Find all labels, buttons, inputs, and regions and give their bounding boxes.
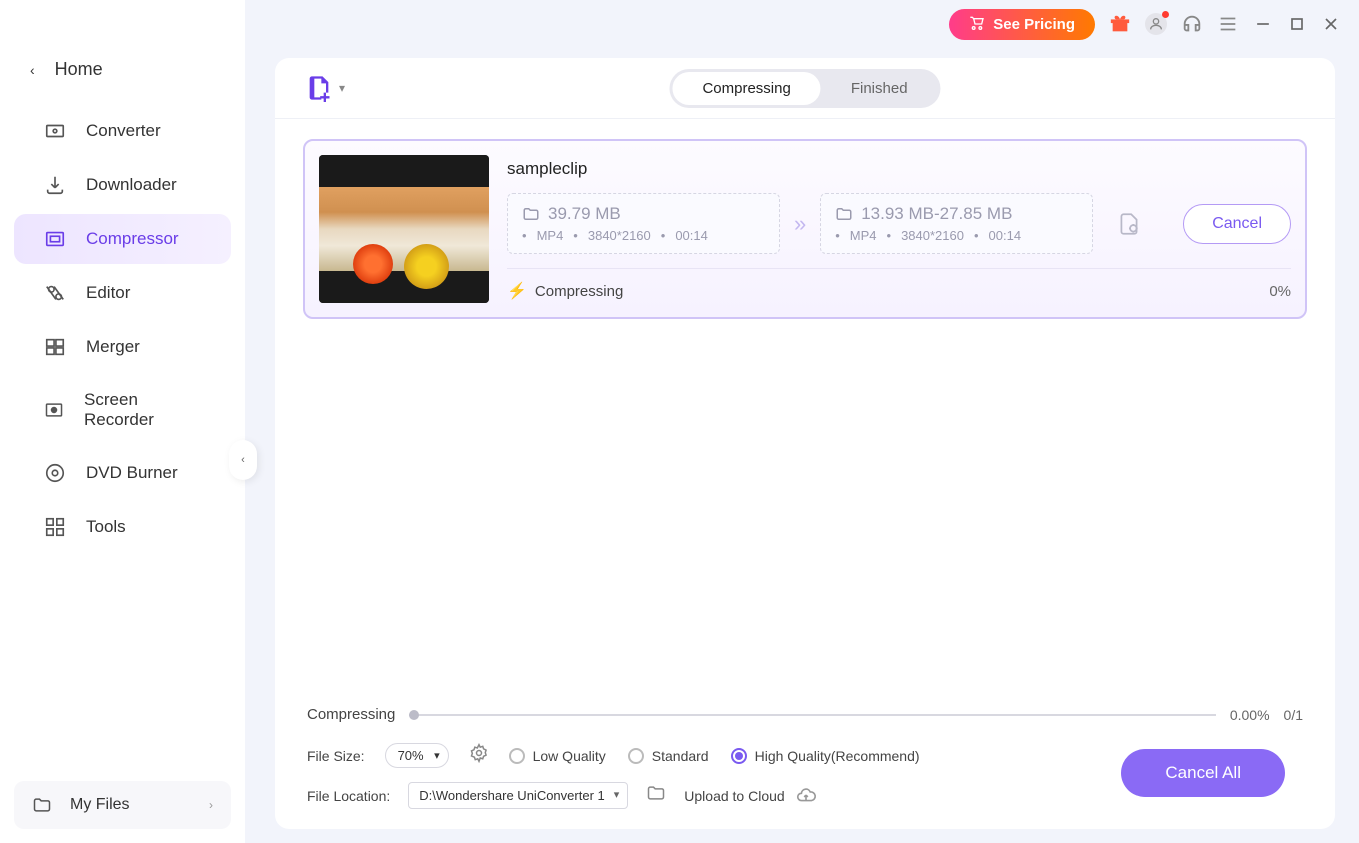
task-list: sampleclip 39.79 MB •MP4 •3840*2160 •00:…	[275, 119, 1335, 706]
sidebar-item-label: Editor	[86, 283, 130, 303]
sidebar-item-tools[interactable]: Tools	[14, 502, 231, 552]
downloader-icon	[44, 174, 66, 196]
user-avatar-icon[interactable]	[1145, 13, 1167, 35]
source-size: 39.79 MB	[548, 204, 621, 224]
sidebar-item-merger[interactable]: Merger	[14, 322, 231, 372]
source-info-box: 39.79 MB •MP4 •3840*2160 •00:14	[507, 193, 780, 254]
window-close-button[interactable]	[1321, 14, 1341, 34]
cancel-all-button[interactable]: Cancel All	[1121, 749, 1285, 797]
sidebar-item-label: Tools	[86, 517, 126, 537]
target-info-box: 13.93 MB-27.85 MB •MP4 •3840*2160 •00:14	[820, 193, 1093, 254]
task-status-text: Compressing	[535, 283, 623, 300]
cart-icon	[969, 16, 985, 32]
bolt-icon: ⚡	[507, 281, 527, 301]
sidebar-collapse-handle[interactable]: ‹	[229, 440, 257, 480]
tab-finished[interactable]: Finished	[821, 72, 938, 105]
target-duration: 00:14	[989, 228, 1022, 243]
filesize-select[interactable]: 70%	[385, 743, 449, 768]
main-area: See Pricing ▾ Compressing Finished	[245, 0, 1359, 843]
folder-icon	[32, 795, 52, 815]
sidebar-item-label: Compressor	[86, 229, 179, 249]
progress-label: Compressing	[307, 706, 395, 723]
sidebar-item-dvdburner[interactable]: DVD Burner	[14, 448, 231, 498]
task-settings-button[interactable]	[1107, 211, 1151, 237]
target-format: MP4	[850, 228, 877, 243]
titlebar: See Pricing	[245, 4, 1359, 44]
quality-high-radio[interactable]: High Quality(Recommend)	[731, 748, 920, 764]
sidebar-item-label: Screen Recorder	[84, 390, 201, 430]
sidebar-home[interactable]: ‹ Home	[0, 45, 245, 94]
folder-icon	[522, 205, 540, 223]
video-thumbnail[interactable]	[319, 155, 489, 303]
home-label: Home	[55, 59, 103, 80]
quality-low-radio[interactable]: Low Quality	[509, 748, 606, 764]
converter-icon	[44, 120, 66, 142]
bottom-bar: Compressing 0.00% 0/1 File Size: 70% Low…	[275, 706, 1335, 829]
progress-count: 0/1	[1284, 707, 1303, 723]
tab-group: Compressing Finished	[669, 69, 940, 108]
dvd-icon	[44, 462, 66, 484]
card-header: ▾ Compressing Finished	[275, 58, 1335, 119]
sidebar: ‹ Home Converter Downloader Compressor E…	[0, 0, 245, 843]
merger-icon	[44, 336, 66, 358]
arrow-right-icon: »	[794, 211, 806, 237]
chevron-right-icon: ›	[209, 798, 213, 812]
add-file-button[interactable]: ▾	[305, 74, 345, 102]
progress-percent: 0.00%	[1230, 707, 1270, 723]
source-format: MP4	[537, 228, 564, 243]
myfiles-label: My Files	[70, 796, 191, 814]
task-percent: 0%	[1269, 283, 1291, 300]
add-file-icon	[305, 74, 333, 102]
see-pricing-button[interactable]: See Pricing	[949, 9, 1095, 40]
chevron-down-icon: ▾	[339, 81, 345, 95]
quality-radio-group: Low Quality Standard High Quality(Recomm…	[509, 748, 920, 764]
sidebar-item-downloader[interactable]: Downloader	[14, 160, 231, 210]
target-resolution: 3840*2160	[901, 228, 964, 243]
window-minimize-button[interactable]	[1253, 14, 1273, 34]
sidebar-item-screenrecorder[interactable]: Screen Recorder	[14, 376, 231, 444]
file-location-select[interactable]: D:\Wondershare UniConverter 1	[408, 782, 628, 809]
sidebar-item-editor[interactable]: Editor	[14, 268, 231, 318]
progress-track	[409, 714, 1215, 716]
chevron-left-icon: ‹	[30, 62, 35, 78]
cloud-icon	[795, 785, 817, 807]
sidebar-item-converter[interactable]: Converter	[14, 106, 231, 156]
headset-icon[interactable]	[1181, 13, 1203, 35]
overall-progress: Compressing 0.00% 0/1	[307, 706, 1303, 723]
pricing-label: See Pricing	[993, 16, 1075, 33]
sidebar-item-label: Merger	[86, 337, 140, 357]
open-folder-button[interactable]	[646, 783, 666, 808]
window-maximize-button[interactable]	[1287, 14, 1307, 34]
sidebar-item-label: Downloader	[86, 175, 177, 195]
menu-icon[interactable]	[1217, 13, 1239, 35]
editor-icon	[44, 282, 66, 304]
sidebar-item-label: DVD Burner	[86, 463, 178, 483]
advanced-settings-button[interactable]	[469, 743, 489, 768]
quality-standard-radio[interactable]: Standard	[628, 748, 709, 764]
task-title: sampleclip	[507, 159, 1291, 179]
content-card: ▾ Compressing Finished sampleclip	[275, 58, 1335, 829]
tools-icon	[44, 516, 66, 538]
screenrecorder-icon	[44, 399, 64, 421]
compressor-icon	[44, 228, 66, 250]
gift-icon[interactable]	[1109, 13, 1131, 35]
task-cancel-button[interactable]: Cancel	[1183, 204, 1291, 244]
upload-to-cloud-toggle[interactable]: Upload to Cloud	[684, 785, 816, 807]
task-card: sampleclip 39.79 MB •MP4 •3840*2160 •00:…	[303, 139, 1307, 319]
target-size: 13.93 MB-27.85 MB	[861, 204, 1012, 224]
sidebar-myfiles[interactable]: My Files ›	[14, 781, 231, 829]
source-resolution: 3840*2160	[588, 228, 651, 243]
sidebar-item-label: Converter	[86, 121, 161, 141]
tab-compressing[interactable]: Compressing	[672, 72, 820, 105]
folder-icon	[835, 205, 853, 223]
sidebar-item-compressor[interactable]: Compressor	[14, 214, 231, 264]
filesize-label: File Size:	[307, 748, 365, 764]
location-label: File Location:	[307, 788, 390, 804]
source-duration: 00:14	[675, 228, 708, 243]
